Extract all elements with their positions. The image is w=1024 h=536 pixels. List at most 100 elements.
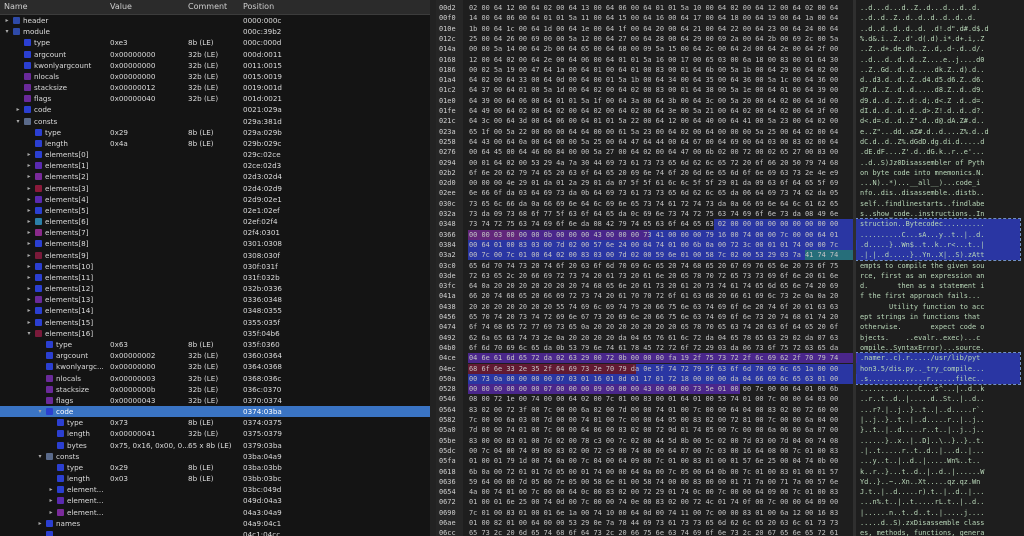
expand-arrow-icon[interactable]: ▸ [26,305,32,316]
column-value-header[interactable]: Value [110,0,132,14]
hex-row[interactable]: 0294 00 01 64 02 00 53 29 4a 7a 30 44 69 … [436,158,1024,168]
hex-row[interactable]: 0348 73 74 72 75 63 74 69 6f 6e da 08 42 … [436,219,1024,229]
hex-view-panel[interactable]: 00d2 02 00 64 12 00 64 02 00 64 13 00 64 … [436,0,1024,536]
tree-row[interactable]: argcount 0x00000000 32b (LE) 000d:0011 [0,49,430,60]
hex-row[interactable]: 0366 00 00 03 00 00 00 0b 00 00 00 43 00 … [436,230,1024,240]
tree-row[interactable]: ▸ element... 03bc:049d [0,484,430,495]
hex-row[interactable]: 01a4 64 02 00 64 33 00 64 0d 00 64 00 01 … [436,75,1024,85]
hex-row[interactable]: 05be 83 00 00 83 01 00 7d 02 00 78 c3 00 … [436,436,1024,446]
tree-row[interactable]: type 0x29 8b (LE) 03ba:03bb [0,462,430,473]
hex-row[interactable]: 0276 00 64 45 00 64 46 00 84 00 00 5a 27 … [436,147,1024,157]
hex-row[interactable]: 02b2 6f 6e 20 62 79 74 65 20 63 6f 64 65 … [436,168,1024,178]
expand-arrow-icon[interactable]: ▸ [48,484,54,495]
tree-row[interactable]: type 0x29 8b (LE) 029a:029b [0,127,430,138]
tree-row[interactable]: ▸ element... 049d:04a3 [0,495,430,506]
expand-arrow-icon[interactable]: ▸ [26,205,32,216]
tree-row[interactable]: ▾ code 0374:03ba [0,406,430,418]
tree-row[interactable]: stacksize 0x00000012 32b (LE) 0019:001d [0,82,430,93]
hex-row[interactable]: 02ee 6e 66 6f da 03 64 69 73 da 0b 64 69 … [436,188,1024,198]
collapse-arrow-icon[interactable]: ▾ [15,116,21,127]
tree-row[interactable]: ▸ elements[12] 032b:0336 [0,283,430,294]
hex-row[interactable]: 04ec 68 6f 6e 33 2e 35 2f 64 69 73 2e 70 … [436,364,1024,374]
hex-row[interactable]: 0474 6f 74 68 65 72 77 69 73 65 0a 20 20 … [436,322,1024,332]
hex-row[interactable]: 0618 6b 0a 00 72 01 01 7d 05 00 01 74 00 … [436,467,1024,477]
tree-row[interactable]: flags 0x00000040 32b (LE) 001d:0021 [0,93,430,104]
expand-arrow-icon[interactable]: ▸ [26,149,32,160]
column-comment-header[interactable]: Comment [188,0,227,14]
expand-arrow-icon[interactable]: ▸ [37,518,43,529]
hex-row[interactable]: 04b0 6f 6d 70 69 6c 65 da 0b 53 79 6e 74 … [436,343,1024,353]
hex-row[interactable]: 05fa 01 00 01 79 1d 00 74 0a 00 7c 04 00 … [436,456,1024,466]
hex-row[interactable]: 030c 73 65 6c 66 da 0a 66 69 6e 64 6c 69 … [436,199,1024,209]
tree-row[interactable]: ▸ elements[7] 02f4:0301 [0,227,430,238]
tree-row[interactable]: nlocals 0x00000003 32b (LE) 0368:036c [0,373,430,384]
tree-row[interactable]: ▸ elements[0] 029c:02ce [0,149,430,160]
expand-arrow-icon[interactable]: ▸ [26,261,32,272]
tree-row[interactable]: ▸ elements[15] 0355:035f [0,317,430,328]
hex-row[interactable]: 0546 08 00 72 1e 00 74 00 00 64 02 00 7c … [436,394,1024,404]
expand-arrow-icon[interactable]: ▸ [4,15,10,26]
column-name-header[interactable]: Name [4,0,28,14]
hex-row[interactable]: 03fc 64 0a 20 20 20 20 20 20 20 74 68 65 … [436,281,1024,291]
tree-row[interactable]: ▸ elements[1] 02ce:02d3 [0,160,430,171]
expand-arrow-icon[interactable]: ▸ [26,227,32,238]
column-position-header[interactable]: Position [243,0,274,14]
hex-row[interactable]: 0672 01 00 01 6e 25 00 74 0d 00 7c 00 00 … [436,497,1024,507]
tree-row[interactable]: ▸ elements[2] 02d3:02d4 [0,171,430,182]
hex-row[interactable]: 050a 00 73 0a 00 00 00 00 07 03 01 16 01 … [436,374,1024,384]
expand-arrow-icon[interactable]: ▸ [26,317,32,328]
hex-row[interactable]: 0528 00 00 00 00 00 00 07 00 00 00 09 00 … [436,384,1024,394]
hex-row[interactable]: 01c2 64 37 00 64 01 00 5a 1d 00 64 02 00 … [436,85,1024,95]
expand-arrow-icon[interactable]: ▸ [26,250,32,261]
hex-row[interactable]: 06ae 01 00 82 01 00 64 00 00 53 29 0e 7a … [436,518,1024,528]
hex-row[interactable]: 02d0 00 00 00 4e 29 01 da 01 2a 29 01 da … [436,178,1024,188]
collapse-arrow-icon[interactable]: ▾ [4,26,10,37]
tree-row[interactable]: type 0xe3 8b (LE) 000c:000d [0,37,430,48]
tree-row[interactable]: argcount 0x00000002 32b (LE) 0360:0364 [0,350,430,361]
hex-row[interactable]: 032a 73 da 09 73 68 6f 77 5f 63 6f 64 65 … [436,209,1024,219]
hex-row[interactable]: 0564 83 02 00 72 3f 00 7c 00 00 6a 02 00 … [436,405,1024,415]
expand-arrow-icon[interactable]: ▸ [26,183,32,194]
tree-row[interactable]: length 0x00000041 32b (LE) 0375:0379 [0,428,430,439]
hex-row[interactable]: 010e 1b 00 64 1c 00 64 1d 00 64 1e 00 64 … [436,24,1024,34]
hex-row[interactable]: 023a 65 1f 00 5a 22 00 00 00 64 64 00 00 … [436,127,1024,137]
tree-row[interactable]: ▸ elements[6] 02ef:02f4 [0,216,430,227]
expand-arrow-icon[interactable]: ▸ [26,194,32,205]
tree-row[interactable]: ▸ elements[13] 0336:0348 [0,294,430,305]
tree-row[interactable]: type 0x73 8b (LE) 0374:0375 [0,417,430,428]
hex-row[interactable]: 012c 25 00 64 26 00 69 00 00 5a 12 00 64 … [436,34,1024,44]
expand-arrow-icon[interactable]: ▸ [26,216,32,227]
hex-row[interactable]: 04ce 04 6e 61 6d 65 72 da 02 63 29 00 72 … [436,353,1024,363]
tree-row[interactable]: ▸ code 0021:029a [0,104,430,115]
tree-row[interactable]: ▸ elements[4] 02d9:02e1 [0,194,430,205]
expand-arrow-icon[interactable]: ▸ [48,495,54,506]
collapse-arrow-icon[interactable]: ▾ [37,451,43,462]
tree-row[interactable]: ▸ element... 04a3:04a9 [0,507,430,518]
hex-row[interactable]: 0186 00 02 5a 19 00 47 64 1a 00 64 01 00 … [436,65,1024,75]
hex-row[interactable]: 0456 65 70 74 20 73 74 72 69 6e 67 73 20 … [436,312,1024,322]
collapse-arrow-icon[interactable]: ▾ [26,328,32,339]
tree-row[interactable]: ▸ elements[10] 030f:031f [0,261,430,272]
tree-row[interactable]: stacksize 0x0000000b 32b (LE) 036c:0370 [0,384,430,395]
expand-arrow-icon[interactable]: ▸ [26,272,32,283]
hex-row[interactable]: 014a 00 00 5a 14 00 64 2b 00 64 65 00 64 … [436,44,1024,54]
tree-row[interactable]: ▾ elements[16] 035f:04b6 [0,328,430,339]
hex-row[interactable]: 01fe 64 49 00 64 02 00 64 02 00 64 02 00 … [436,106,1024,116]
hex-row[interactable]: 03de 72 63 65 2c 20 66 69 72 73 74 20 61 … [436,271,1024,281]
hex-row[interactable]: 00f0 14 00 64 06 00 64 01 01 5a 11 00 64 … [436,13,1024,23]
expand-arrow-icon[interactable]: ▸ [15,104,21,115]
tree-row[interactable]: flags 0x00000043 32b (LE) 0370:0374 [0,395,430,406]
hex-row[interactable]: 03c0 65 6d 70 74 73 20 74 6f 20 63 6f 6d … [436,261,1024,271]
tree-row[interactable]: ▸ header 0000:000c [0,15,430,26]
collapse-arrow-icon[interactable]: ▾ [37,406,43,417]
hex-row[interactable]: 0492 62 6a 65 63 74 73 2e 0a 20 20 20 20 … [436,333,1024,343]
hex-row[interactable]: 0654 4a 00 74 01 00 7c 00 00 64 0c 00 83 … [436,487,1024,497]
expand-arrow-icon[interactable]: ▸ [26,160,32,171]
tree-row[interactable]: ▸ elements[5] 02e1:02ef [0,205,430,216]
hex-row[interactable]: 021c 64 3c 00 64 3d 00 64 06 00 64 01 01 … [436,116,1024,126]
tree-row[interactable]: bytes 0x75, 0x16, 0x00, 0... 65 x 8b (LE) 0… [0,440,430,451]
tree-row[interactable]: ▾ consts 03ba:04a9 [0,451,430,462]
tree-row[interactable]: kwonlyargcount 0x00000000 32b (LE) 0011:001… [0,60,430,71]
expand-arrow-icon[interactable]: ▸ [26,238,32,249]
tree-row[interactable]: ▸ elements[8] 0301:0308 [0,238,430,249]
